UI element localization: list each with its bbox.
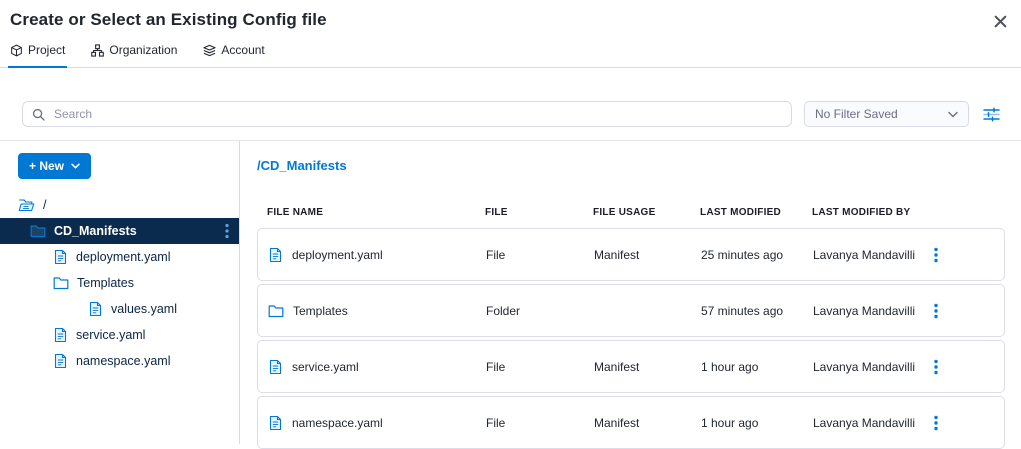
- layers-icon: [203, 44, 216, 57]
- file-icon: [268, 415, 283, 431]
- file-name-label: Templates: [293, 304, 348, 318]
- page-title: Create or Select an Existing Config file: [10, 10, 1005, 30]
- column-header-last-modified: LAST MODIFIED: [700, 207, 812, 218]
- column-header-last-modified-by: LAST MODIFIED BY: [812, 207, 929, 218]
- new-button-label: + New: [29, 159, 64, 173]
- tree-item-label: /: [43, 198, 46, 212]
- file-icon: [53, 327, 68, 343]
- last-modified-cell: 57 minutes ago: [701, 304, 813, 318]
- tree-item-values-yaml[interactable]: values.yaml: [0, 296, 239, 322]
- file-type-cell: Folder: [486, 304, 594, 318]
- last-modified-by-cell: Lavanya Mandavilli: [813, 248, 930, 262]
- filter-sliders-icon[interactable]: [981, 104, 1001, 124]
- chevron-down-icon: [71, 163, 80, 169]
- tab-organization-label: Organization: [109, 43, 177, 57]
- scope-tabs: Project Organization Account: [0, 30, 1021, 68]
- file-icon: [268, 359, 283, 375]
- file-row-namespace-yaml[interactable]: namespace.yaml FileManifest1 hour agoLava…: [257, 396, 1005, 449]
- last-modified-by-cell: Lavanya Mandavilli: [813, 360, 930, 374]
- kebab-menu-icon[interactable]: [930, 299, 1004, 323]
- last-modified-by-cell: Lavanya Mandavilli: [813, 304, 930, 318]
- tab-organization[interactable]: Organization: [89, 43, 179, 68]
- content-area: + New /CD_Manifestsdeployment.yamlTempla…: [0, 140, 1021, 444]
- toolbar: No Filter Saved: [22, 101, 1001, 127]
- file-row-deployment-yaml[interactable]: deployment.yaml FileManifest25 minutes ag…: [257, 228, 1005, 281]
- folder-icon: [53, 276, 69, 290]
- tree-item-service-yaml[interactable]: service.yaml: [0, 322, 239, 348]
- file-name-cell: service.yaml: [268, 359, 486, 375]
- file-icon: [268, 247, 283, 263]
- file-name-label: namespace.yaml: [292, 416, 383, 430]
- file-usage-cell: Manifest: [594, 360, 701, 374]
- file-type-cell: File: [486, 416, 594, 430]
- file-usage-cell: Manifest: [594, 248, 701, 262]
- new-button[interactable]: + New: [18, 153, 91, 179]
- file-browser-panel: /CD_Manifests FILE NAMEFILEFILE USAGELAS…: [240, 141, 1021, 444]
- file-row-service-yaml[interactable]: service.yaml FileManifest1 hour agoLavany…: [257, 340, 1005, 393]
- filter-dropdown-value: No Filter Saved: [815, 107, 898, 121]
- filter-dropdown[interactable]: No Filter Saved: [804, 101, 969, 127]
- tab-project[interactable]: Project: [8, 43, 67, 68]
- hierarchy-icon: [91, 44, 104, 57]
- file-icon: [53, 353, 68, 369]
- search-input[interactable]: [52, 106, 782, 122]
- file-name-label: service.yaml: [292, 360, 359, 374]
- file-name-cell: namespace.yaml: [268, 415, 486, 431]
- file-icon: [88, 301, 103, 317]
- folder-icon: [30, 224, 46, 238]
- tab-account-label: Account: [221, 43, 264, 57]
- last-modified-by-cell: Lavanya Mandavilli: [813, 416, 930, 430]
- tree-item-label: namespace.yaml: [76, 354, 171, 368]
- search-icon: [32, 108, 45, 121]
- file-type-cell: File: [486, 248, 594, 262]
- search-box[interactable]: [22, 101, 792, 127]
- column-header-file: FILE: [485, 207, 593, 218]
- breadcrumb[interactable]: /CD_Manifests: [257, 158, 1005, 173]
- file-icon: [53, 249, 68, 265]
- file-tree: / CD_Manifests deployment.yaml Templates val…: [0, 192, 239, 374]
- last-modified-cell: 1 hour ago: [701, 416, 813, 430]
- table-header-row: FILE NAMEFILEFILE USAGELAST MODIFIEDLAST…: [257, 207, 1005, 218]
- last-modified-cell: 1 hour ago: [701, 360, 813, 374]
- kebab-menu-icon[interactable]: [930, 411, 1004, 435]
- column-header-file-name: FILE NAME: [267, 207, 485, 218]
- tree-item-root[interactable]: /: [0, 192, 239, 218]
- cube-icon: [10, 44, 23, 57]
- folder-open-icon: [18, 198, 35, 212]
- kebab-menu-icon[interactable]: [930, 355, 1004, 379]
- kebab-menu-icon[interactable]: [225, 223, 229, 239]
- folder-icon: [268, 304, 284, 318]
- tab-project-label: Project: [28, 43, 65, 57]
- chevron-down-icon: [948, 111, 958, 118]
- file-name-cell: Templates: [268, 304, 486, 318]
- modal-header: Create or Select an Existing Config file: [0, 0, 1021, 30]
- tree-item-namespace-yaml[interactable]: namespace.yaml: [0, 348, 239, 374]
- file-name-label: deployment.yaml: [292, 248, 383, 262]
- file-table-body: deployment.yamlFileManifest25 minutes ag…: [257, 228, 1005, 449]
- file-name-cell: deployment.yaml: [268, 247, 486, 263]
- tree-item-cd-manifests[interactable]: CD_Manifests: [0, 218, 239, 244]
- close-icon[interactable]: [991, 12, 1009, 30]
- file-row-templates[interactable]: Templates Folder 57 minutes agoLavanya Man…: [257, 284, 1005, 337]
- tree-item-label: deployment.yaml: [76, 250, 171, 264]
- last-modified-cell: 25 minutes ago: [701, 248, 813, 262]
- column-header-file-usage: FILE USAGE: [593, 207, 700, 218]
- tree-item-label: CD_Manifests: [54, 224, 137, 238]
- tree-item-label: values.yaml: [111, 302, 177, 316]
- tree-item-label: Templates: [77, 276, 134, 290]
- tree-item-label: service.yaml: [76, 328, 145, 342]
- tab-account[interactable]: Account: [201, 43, 266, 68]
- file-type-cell: File: [486, 360, 594, 374]
- tree-item-templates[interactable]: Templates: [0, 270, 239, 296]
- kebab-menu-icon[interactable]: [930, 243, 1004, 267]
- tree-item-deployment-yaml[interactable]: deployment.yaml: [0, 244, 239, 270]
- file-usage-cell: Manifest: [594, 416, 701, 430]
- file-tree-sidebar: + New / CD_Manifests deployment.yaml Templa…: [0, 141, 240, 444]
